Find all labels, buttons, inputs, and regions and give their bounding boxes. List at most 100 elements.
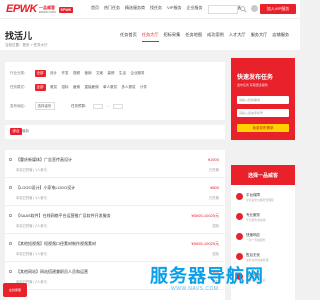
top-nav-item[interactable]: 企业服务	[186, 5, 202, 11]
task-checkbox[interactable]	[9, 270, 12, 273]
task-meta: 本站已托管 | 1人参与	[16, 252, 47, 256]
section-nav-item[interactable]: 店铺服务	[272, 32, 289, 42]
publish-task-card: 快速发布任务 发布任务 获取更多服务 请输入您的需求 请输入您的手机号 免费发布…	[231, 58, 295, 140]
list-item[interactable]: 【SAAS软件】在线网络平台运营推广及软件开发服务 本站已托管 | 2人参与 ¥…	[5, 206, 225, 234]
task-title[interactable]: 【重庆新媒体】广告宣传画设计	[16, 157, 72, 163]
page-subheader: 找活儿 当前位置：首页 > 任务大厅 任务首页 任务大厅 招标采集 任务地图 成…	[0, 19, 300, 50]
task-price: ¥5005-10025元	[191, 213, 219, 218]
phone-input[interactable]: 请输入您的手机号	[237, 109, 289, 117]
filter-label: 任务模式：	[10, 85, 28, 89]
search-input[interactable]	[208, 5, 238, 14]
feature-item: 专业服务 千万服务商在线	[236, 211, 292, 227]
region-select[interactable]: 选择省份	[34, 102, 55, 110]
budget-min-input[interactable]	[93, 103, 103, 109]
category-option[interactable]: 视频	[73, 71, 80, 76]
category-option[interactable]: 文案	[96, 71, 103, 76]
top-nav-item[interactable]: 热门任务	[104, 5, 120, 11]
task-title[interactable]: 【SAAS软件】在线网络平台运营推广及软件开发服务	[16, 213, 111, 219]
clock-icon	[236, 233, 243, 240]
task-title[interactable]: 【其他短视频】短视频口径素材制作视频素材	[16, 241, 96, 247]
customer-service-float[interactable]: 在线客服	[3, 283, 27, 297]
section-nav-item[interactable]: 任务首页	[120, 32, 137, 42]
category-option[interactable]: 开发	[62, 71, 69, 76]
task-price: ¥1500	[207, 157, 219, 162]
task-meta: 本站已托管 | 3人参与	[16, 196, 47, 200]
top-nav-item[interactable]: 找任务	[150, 5, 162, 11]
task-meta: 本站已托管 | 2人参与	[16, 224, 47, 228]
mode-option[interactable]: 单人悬赏	[103, 85, 117, 90]
top-nav-item[interactable]: VIP服务	[167, 5, 181, 11]
support-icon	[236, 253, 243, 260]
top-nav-item[interactable]: 首页	[91, 5, 99, 11]
promo-title: 快速发布任务	[237, 75, 274, 81]
join-vip-button[interactable]: 加入VIP服务	[260, 4, 296, 14]
region-budget-row: 发布地区： 选择省份 任务预算： -	[10, 102, 124, 110]
task-status: 已托管	[209, 168, 219, 172]
feature-item: 快速响应 一对一专属服务	[236, 231, 292, 247]
task-title[interactable]: 【LOGO设计】小家电LOGO设计	[16, 185, 75, 191]
sort-tab-active[interactable]: 综合	[10, 128, 22, 135]
mode-option[interactable]: 雇佣	[73, 85, 80, 90]
category-option[interactable]: 企业服务	[131, 71, 145, 76]
feature-desc: 千万服务商在线	[246, 218, 266, 222]
filter-label: 任务预算：	[71, 103, 89, 108]
section-nav: 任务首页 任务大厅 招标采集 任务地图 成功案例 人才大厅 服务大厅 店铺服务	[120, 32, 289, 42]
list-item[interactable]: 【其他短视频】短视频口径素材制作视频素材 本站已托管 | 1人参与 ¥5005-…	[5, 234, 225, 262]
task-meta: 本站已托管 | 1人参与	[16, 168, 47, 172]
mode-option[interactable]: 直接雇佣	[85, 85, 99, 90]
logo-domain: EPWK.COM	[39, 9, 56, 14]
category-option[interactable]: 装修	[108, 71, 115, 76]
feature-desc: 一对一专属服务	[246, 238, 266, 242]
top-nav-item[interactable]: 精选服务商	[125, 5, 145, 11]
category-option[interactable]: 营销	[85, 71, 92, 76]
watermark: 服务器导航网	[150, 266, 264, 286]
section-nav-item[interactable]: 服务大厅	[251, 32, 268, 42]
filter-label: 发布地区：	[10, 103, 28, 108]
promo-subtitle: 发布任务 获取更多服务	[237, 83, 268, 87]
category-option[interactable]: 生活	[119, 71, 126, 76]
mode-filter-row: 任务模式： 全部 悬赏 招标 雇佣 直接雇佣 单人悬赏 多人悬赏 计件	[10, 84, 147, 91]
shield-icon	[236, 193, 243, 200]
feature-desc: 交易资金全程托管保障	[246, 198, 274, 202]
avatar[interactable]	[251, 5, 258, 12]
requirement-input[interactable]: 请输入您的需求	[237, 96, 289, 104]
logo-wordmark: EPWK	[6, 3, 38, 15]
feature-item: 平台保障 交易资金全程托管保障	[236, 191, 292, 207]
mode-option-selected[interactable]: 全部	[34, 84, 46, 91]
list-item[interactable]: 【重庆新媒体】广告宣传画设计 本站已托管 | 1人参与 ¥1500 已托管	[5, 150, 225, 178]
sort-bar: 综合 最新	[5, 125, 225, 139]
task-status: 已托管	[209, 196, 219, 200]
breadcrumb: 当前位置：首页 > 任务大厅	[5, 43, 48, 47]
top-bar: EPWK 一品威客 EPWK.COM EPWK 首页 热门任务 精选服务商 找任…	[0, 0, 300, 19]
section-nav-item[interactable]: 招标采集	[164, 32, 181, 42]
site-logo[interactable]: EPWK 一品威客 EPWK.COM EPWK	[6, 3, 74, 15]
task-status: 招标	[212, 224, 219, 228]
mode-option[interactable]: 招标	[62, 85, 69, 90]
task-checkbox[interactable]	[9, 186, 12, 189]
mode-option[interactable]: 多人悬赏	[122, 85, 136, 90]
star-icon	[236, 213, 243, 220]
section-nav-item[interactable]: 任务地图	[185, 32, 202, 42]
category-filter-row: 行业分类： 全部 设计 开发 视频 营销 文案 装修 生活 企业服务	[10, 70, 145, 77]
choose-heading: 选择一品威客	[231, 165, 295, 185]
page-title: 找活儿	[5, 31, 33, 41]
filter-panel: 行业分类： 全部 设计 开发 视频 营销 文案 装修 生活 企业服务 任务模式：…	[5, 62, 225, 120]
category-option-selected[interactable]: 全部	[34, 70, 46, 77]
task-checkbox[interactable]	[9, 242, 12, 245]
category-option[interactable]: 设计	[50, 71, 57, 76]
budget-max-input[interactable]	[113, 103, 124, 109]
watermark-url: WWW.NAVS.COM	[171, 286, 219, 292]
section-nav-item[interactable]: 人才大厅	[229, 32, 246, 42]
section-nav-item-active[interactable]: 任务大厅	[141, 32, 159, 42]
task-checkbox[interactable]	[9, 214, 12, 217]
mode-option[interactable]: 悬赏	[50, 85, 57, 90]
mode-option[interactable]: 计件	[140, 85, 147, 90]
search-icon[interactable]	[240, 6, 247, 13]
publish-button[interactable]: 免费发布需求	[237, 124, 289, 132]
list-item[interactable]: 【LOGO设计】小家电LOGO设计 本站已托管 | 3人参与 ¥800 已托管	[5, 178, 225, 206]
task-title[interactable]: 【其他网站】网站搭建兼职员人员和运营	[16, 269, 88, 275]
section-nav-item[interactable]: 成功案例	[207, 32, 224, 42]
sort-tab[interactable]: 最新	[22, 129, 29, 134]
filter-label: 行业分类：	[10, 71, 28, 75]
task-checkbox[interactable]	[9, 158, 12, 161]
